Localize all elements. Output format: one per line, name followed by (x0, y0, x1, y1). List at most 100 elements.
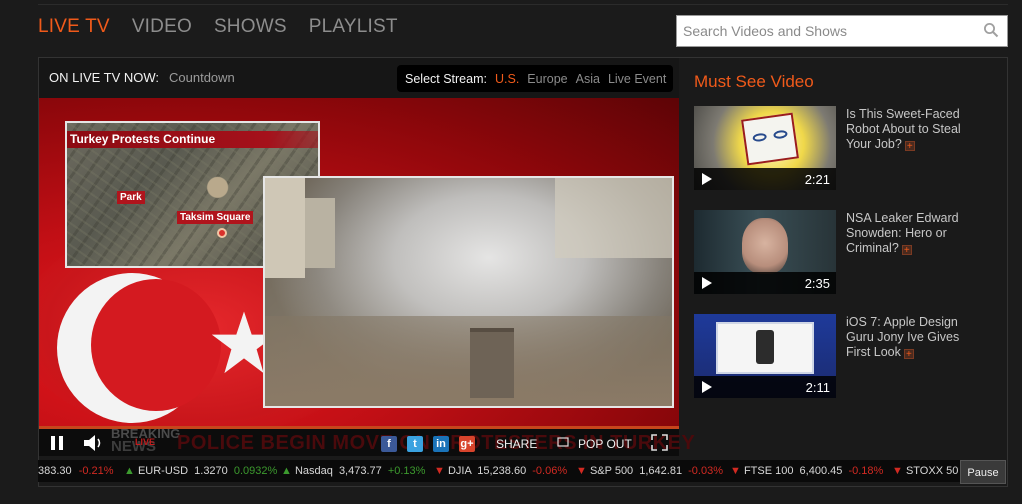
map-label-park: Park (117, 191, 145, 204)
ticker-change: -0.18% (848, 465, 884, 477)
top-divider (38, 4, 1008, 5)
video-title[interactable]: NSA Leaker Edward Snowden: Hero or Crimi… (846, 211, 981, 256)
ticker-name: DJIA (447, 465, 472, 477)
map-label-taksim: Taksim Square (177, 211, 254, 224)
market-ticker: 383.30 -0.21% ▲ EUR-USD 1.3270 0.0932% ▲… (38, 460, 960, 482)
ticker-item: ▲ Nasdaq 3,473.77 +0.13% (281, 460, 425, 482)
video-duration: 2:35 (804, 276, 830, 291)
live-footage-inset (263, 176, 674, 408)
play-icon[interactable] (702, 381, 712, 393)
ticker-item: ▼ STOXX 50 (892, 460, 958, 482)
robot-face (741, 112, 799, 166)
play-icon[interactable] (702, 277, 712, 289)
tab-shows[interactable]: SHOWS (214, 16, 287, 42)
building (555, 178, 672, 258)
sidebar-video-3[interactable]: 2:11 iOS 7: Apple Design Guru Jony Ive G… (694, 314, 984, 398)
ticker-value: 15,238.60 (477, 465, 527, 477)
page: LIVE TV VIDEO SHOWS PLAYLIST ON LIVE TV … (0, 0, 1022, 504)
share-button[interactable]: SHARE (496, 437, 537, 451)
live-player: ON LIVE TV NOW: Countdown Select Stream:… (39, 58, 695, 456)
video-title-text[interactable]: Is This Sweet-Faced Robot About to Steal… (846, 107, 961, 151)
tab-playlist[interactable]: PLAYLIST (309, 16, 398, 42)
ticker-name: EUR-USD (137, 465, 189, 477)
player-header: ON LIVE TV NOW: Countdown Select Stream:… (39, 58, 679, 98)
fullscreen-icon[interactable] (651, 434, 668, 451)
ticker-change: -0.06% (532, 465, 568, 477)
ticker-item: ▼ DJIA 15,238.60 -0.06% (434, 460, 567, 482)
main-nav: LIVE TV VIDEO SHOWS PLAYLIST (38, 16, 398, 42)
video-thumbnail[interactable]: 2:11 (694, 314, 836, 398)
tab-video[interactable]: VIDEO (132, 16, 192, 42)
live-badge: LIVE (135, 437, 156, 447)
tab-live-tv[interactable]: LIVE TV (38, 16, 110, 42)
building (265, 178, 305, 278)
add-to-playlist-icon[interactable]: + (904, 141, 915, 152)
add-to-playlist-icon[interactable]: + (901, 245, 912, 256)
square-ground (265, 316, 672, 406)
must-see-title: Must See Video (694, 72, 814, 91)
up-arrow-icon: ▲ (281, 465, 292, 477)
phone-image (756, 330, 774, 364)
ticker-value: 1,642.81 (639, 465, 683, 477)
stream-option-us[interactable]: U.S. (495, 72, 519, 86)
ticker-value: 6,400.45 (799, 465, 843, 477)
ticker-name: S&P 500 (589, 465, 634, 477)
ticker-change: +0.13% (387, 465, 426, 477)
map-title: Turkey Protests Continue (67, 131, 318, 148)
video-duration: 2:21 (804, 172, 830, 187)
robot-eye (772, 129, 788, 140)
on-live-show[interactable]: Countdown (169, 70, 235, 85)
stream-selector: Select Stream: U.S. Europe Asia Live Eve… (397, 65, 673, 92)
video-frame[interactable]: Turkey Protests Continue Park Taksim Squ… (39, 98, 679, 426)
down-arrow-icon: ▼ (730, 465, 741, 477)
search-box (676, 15, 1008, 47)
stream-label: Select Stream: (405, 71, 487, 86)
person-face (742, 218, 788, 274)
ticker-change: 0.0932% (233, 465, 278, 477)
ticker-name: STOXX 50 (905, 465, 959, 477)
play-icon[interactable] (702, 173, 712, 185)
on-live-label: ON LIVE TV NOW: (49, 70, 160, 85)
sidebar-video-2[interactable]: 2:35 NSA Leaker Edward Snowden: Hero or … (694, 210, 984, 294)
twitter-share-icon[interactable]: t (407, 436, 423, 452)
video-thumbnail[interactable]: 2:35 (694, 210, 836, 294)
stream-option-europe[interactable]: Europe (527, 72, 567, 86)
facebook-share-icon[interactable]: f (381, 436, 397, 452)
linkedin-share-icon[interactable]: in (433, 436, 449, 452)
monument (470, 328, 514, 398)
search-icon[interactable] (983, 22, 999, 38)
slide-screen (716, 322, 814, 374)
flag-crescent-cut (91, 279, 221, 411)
ticker-item: 383.30 -0.21% (38, 460, 114, 482)
ticker-value: 3,473.77 (338, 465, 382, 477)
ticker-name: FTSE 100 (743, 465, 794, 477)
video-title[interactable]: iOS 7: Apple Design Guru Jony Ive Gives … (846, 315, 981, 360)
map-marker-icon (217, 228, 227, 238)
stream-option-live-event[interactable]: Live Event (608, 72, 666, 86)
up-arrow-icon: ▲ (124, 465, 135, 477)
ticker-item: ▼ FTSE 100 6,400.45 -0.18% (730, 460, 883, 482)
robot-eye (752, 132, 768, 143)
ticker-value: 1.3270 (194, 465, 228, 477)
building (305, 198, 335, 268)
search-input[interactable] (677, 16, 977, 46)
popout-icon[interactable] (557, 437, 569, 449)
add-to-playlist-icon[interactable]: + (903, 349, 914, 360)
volume-icon[interactable] (83, 434, 105, 452)
video-title[interactable]: Is This Sweet-Faced Robot About to Steal… (846, 107, 981, 152)
video-thumbnail[interactable]: 2:21 (694, 106, 836, 190)
down-arrow-icon: ▼ (576, 465, 587, 477)
ticker-pause-button[interactable]: Pause (960, 460, 1006, 484)
video-title-text[interactable]: iOS 7: Apple Design Guru Jony Ive Gives … (846, 315, 959, 359)
ticker-change: -0.03% (688, 465, 723, 477)
ticker-name: Nasdaq (294, 465, 333, 477)
ticker-item: ▼ S&P 500 1,642.81 -0.03% (576, 460, 723, 482)
pause-icon[interactable] (49, 435, 65, 451)
popout-button[interactable]: POP OUT (578, 437, 632, 451)
ticker-value: 383.30 (38, 465, 72, 477)
down-arrow-icon: ▼ (434, 465, 445, 477)
googleplus-share-icon[interactable]: g+ (459, 436, 475, 452)
video-duration: 2:11 (805, 380, 830, 395)
stream-option-asia[interactable]: Asia (576, 72, 600, 86)
sidebar-video-1[interactable]: 2:21 Is This Sweet-Faced Robot About to … (694, 106, 984, 190)
